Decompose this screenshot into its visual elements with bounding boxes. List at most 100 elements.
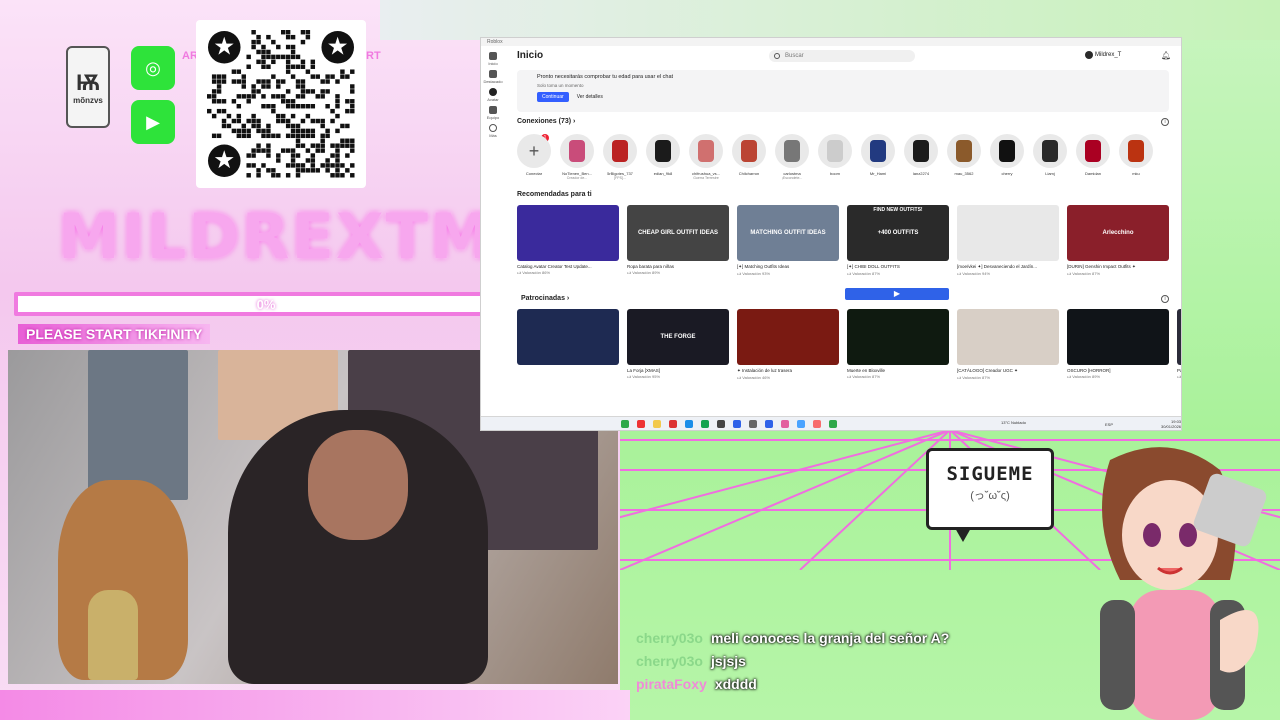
- game-thumbnail: [517, 309, 619, 365]
- svg-text:★: ★: [213, 34, 235, 61]
- avatar-figure: [569, 140, 585, 162]
- friend-item[interactable]: NoTienen_Ben... Creador de...: [560, 134, 594, 184]
- game-rating: 👍︎ Valoración 86%: [517, 270, 551, 275]
- friend-item[interactable]: carlostma ¡Escondete...: [775, 134, 809, 184]
- recommended-title: Recomendadas para ti: [517, 191, 592, 198]
- qr-side-text-right: RT: [366, 50, 381, 62]
- friend-name: Chilcharron: [738, 171, 760, 176]
- app-icon[interactable]: [669, 420, 677, 428]
- friend-item[interactable]: Mr_Hami: [861, 134, 895, 184]
- friend-name: cherry: [1001, 171, 1013, 176]
- friend-item[interactable]: edian_9k8: [646, 134, 680, 184]
- game-thumbnail: [1177, 309, 1181, 365]
- app-icon[interactable]: [797, 420, 805, 428]
- game-thumbnail: CHEAP GIRL OUTFIT IDEAS: [627, 205, 729, 261]
- game-rating: 👍︎ Valoración 87%: [847, 271, 881, 276]
- sidebar-item-home[interactable]: Inicio: [488, 52, 498, 66]
- game-card[interactable]: Catalog Avatar Creator Test Update... 👍︎ …: [517, 205, 619, 277]
- game-title: Catalog Avatar Creator Test Update...: [517, 264, 592, 269]
- chat-message: cherry03o jsjsjs: [636, 649, 1136, 672]
- clock[interactable]: 19:03 30/01/2026: [1161, 419, 1181, 429]
- notice-title: Pronto necesitarás comprobar tu edad par…: [537, 74, 674, 80]
- game-card[interactable]: [moe/vkei ✦] Desvaneciendo el Jardín... 👍…: [957, 205, 1059, 277]
- details-button[interactable]: Ver detalles: [573, 92, 607, 102]
- friend-status: ¡Escondete...: [781, 176, 803, 180]
- weather-widget[interactable]: 13°C Nublado: [1001, 420, 1026, 425]
- page-header: Inicio Buscar Mildrex_T 🔔︎: [517, 50, 1177, 66]
- avatar-figure: [1085, 140, 1101, 162]
- game-card[interactable]: MATCHING OUTFIT IDEAS [✦] Matching Outfit…: [737, 205, 839, 277]
- game-card[interactable]: OSCURO [HORROR] 👍︎ Valoración 89%: [1067, 309, 1169, 381]
- game-thumbnail: THE FORGE: [627, 309, 729, 365]
- heart-icon[interactable]: [637, 420, 645, 428]
- bell-icon[interactable]: 🔔︎: [1161, 51, 1171, 60]
- edge-icon[interactable]: [685, 420, 693, 428]
- sidebar-item-avatar[interactable]: Avatar: [487, 88, 499, 102]
- play-video-button[interactable]: ▶: [845, 288, 949, 300]
- connections-title[interactable]: Conexiones (73) ›: [517, 118, 575, 125]
- friend-item[interactable]: mku: [1119, 134, 1153, 184]
- friend-item[interactable]: Damidan: [1076, 134, 1110, 184]
- user-name[interactable]: Mildrex_T: [1095, 52, 1121, 58]
- app-icon[interactable]: [701, 420, 709, 428]
- avatar-figure: [913, 140, 929, 162]
- sidebar-item-team[interactable]: Equipo: [487, 106, 499, 120]
- avatar-figure: [655, 140, 671, 162]
- tikfinity-label: PLEASE START TIKFINITY: [18, 324, 211, 344]
- app-icon[interactable]: [717, 420, 725, 428]
- game-card[interactable]: [CATÁLOGO] Creador UGC ✦ 👍︎ Valoración 87…: [957, 309, 1059, 381]
- avatar: [947, 134, 981, 168]
- friend-item[interactable]: Chilcharron: [732, 134, 766, 184]
- roblox-icon[interactable]: [765, 420, 773, 428]
- add-connection-button[interactable]: 1+Conectar: [517, 134, 551, 184]
- app-icon[interactable]: [733, 420, 741, 428]
- avatar: [689, 134, 723, 168]
- tikfinity-progress-bar: 0%: [14, 292, 518, 316]
- game-card[interactable]: Arlecchino [DURIN] Genshin Impact Outfits…: [1067, 205, 1169, 277]
- search-input[interactable]: Buscar: [769, 50, 915, 62]
- bottom-bar: [0, 690, 630, 720]
- game-card[interactable]: CHEAP GIRL OUTFIT IDEAS Ropa barata para …: [627, 205, 729, 277]
- game-card[interactable]: +400 OUTFITS FIND NEW OUTFITS! [✦] CHIBI D…: [847, 205, 949, 277]
- friend-item[interactable]: chifrushua_vs... Guerra Terrestre: [689, 134, 723, 184]
- app-icon[interactable]: [749, 420, 757, 428]
- friend-item[interactable]: Liamj: [1033, 134, 1067, 184]
- info-icon[interactable]: i: [1161, 118, 1169, 126]
- info-icon[interactable]: i: [1161, 295, 1169, 303]
- avatar: [1076, 134, 1110, 168]
- game-title: [✦] CHIBI DOLL OUTFITS: [847, 264, 900, 269]
- game-card[interactable]: THE FORGE La Forja [XMAS] 👍︎ Valoración 95…: [627, 309, 729, 381]
- thumbnail-text: Arlecchino: [1102, 230, 1134, 236]
- avatar[interactable]: [1085, 51, 1093, 59]
- language-indicator[interactable]: ESP: [1105, 422, 1113, 427]
- game-card[interactable]: Palaci...👍︎ Valoración: [1177, 309, 1181, 381]
- app-icon[interactable]: [813, 420, 821, 428]
- game-title: Muerte en Bloxville: [847, 368, 886, 373]
- avatar-figure: [741, 140, 757, 162]
- chat-text: meli conoces la granja del señor A?: [710, 629, 950, 646]
- svg-text:★: ★: [213, 147, 235, 174]
- sponsored-title[interactable]: Patrocinadas ›: [521, 295, 569, 302]
- sidebar-item-more[interactable]: Más: [489, 124, 497, 138]
- avatar-figure: [827, 140, 843, 162]
- game-card[interactable]: [517, 309, 619, 381]
- windows-icon[interactable]: [621, 420, 629, 428]
- game-card[interactable]: ✦ Instalación de luz trasera 👍︎ Valoració…: [737, 309, 839, 381]
- chat-username: pirataFoxy: [636, 675, 707, 692]
- app-icon[interactable]: [829, 420, 837, 428]
- friend-item[interactable]: mau_3562: [947, 134, 981, 184]
- follow-title: SIGUEME: [946, 463, 1034, 485]
- friend-item[interactable]: 5rBigotes_737 [FPS]...: [603, 134, 637, 184]
- friend-item[interactable]: cherry: [990, 134, 1024, 184]
- sidebar-item-label: Destacado: [483, 79, 503, 84]
- friend-item[interactable]: boom: [818, 134, 852, 184]
- avatar-figure: [1042, 140, 1058, 162]
- sidebar-item-featured[interactable]: Destacado: [483, 70, 503, 84]
- chevron-right-icon: ›: [573, 118, 576, 125]
- chat-message: pirataFoxy xdddd: [636, 672, 1136, 695]
- friend-item[interactable]: lanz2274: [904, 134, 938, 184]
- folder-icon[interactable]: [653, 420, 661, 428]
- continue-button[interactable]: Continuar: [537, 92, 569, 102]
- app-icon[interactable]: [781, 420, 789, 428]
- game-card[interactable]: Muerte en Bloxville 👍︎ Valoración 87%: [847, 309, 949, 381]
